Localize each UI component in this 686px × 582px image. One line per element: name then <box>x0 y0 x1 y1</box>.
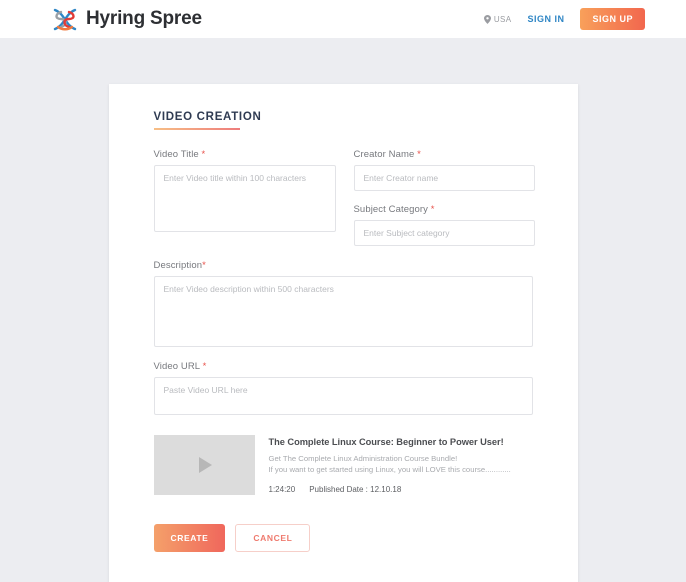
video-url-input[interactable] <box>153 377 533 415</box>
required-asterisk: * <box>202 361 207 372</box>
form-actions: CREATE CANCEL <box>153 524 533 552</box>
sign-up-button[interactable]: SIGN UP <box>580 8 645 30</box>
creator-name-field-group: Creator Name * <box>353 149 535 191</box>
subject-category-field-group: Subject Category * <box>353 204 535 246</box>
subject-category-label: Subject Category * <box>354 204 535 215</box>
brand-name: Hyring Spree <box>86 8 202 29</box>
video-preview-description-line-2: If you want to get started using Linux, … <box>268 465 511 475</box>
video-duration: 1:24:20 <box>268 485 296 495</box>
title-underline <box>153 128 240 130</box>
required-asterisk: * <box>430 204 435 215</box>
video-creation-card: VIDEO CREATION Video Title * Creator Nam… <box>108 84 578 582</box>
map-pin-icon <box>483 14 491 24</box>
subject-category-label-text: Subject Category <box>353 204 428 215</box>
brand-logo[interactable]: Hyring Spree <box>51 6 202 33</box>
video-preview-title: The Complete Linux Course: Beginner to P… <box>268 437 504 447</box>
play-triangle-icon <box>199 457 212 473</box>
locale-selector[interactable]: USA <box>483 14 512 24</box>
video-title-label: Video Title * <box>154 149 336 160</box>
video-published-date: Published Date : 12.10.18 <box>309 485 402 495</box>
creator-name-label-text: Creator Name <box>353 149 415 160</box>
video-preview: The Complete Linux Course: Beginner to P… <box>153 435 533 495</box>
header-actions: USA SIGN IN SIGN UP <box>483 8 645 30</box>
video-title-label-text: Video Title <box>153 149 199 160</box>
description-label-text: Description <box>153 260 203 271</box>
cancel-button[interactable]: CANCEL <box>235 524 311 552</box>
description-input[interactable] <box>153 276 533 347</box>
video-preview-details: The Complete Linux Course: Beginner to P… <box>269 435 533 495</box>
form-row-top: Video Title * Creator Name * Subject Cat… <box>153 149 535 246</box>
site-header: Hyring Spree USA SIGN IN SIGN UP <box>0 0 686 38</box>
video-title-field-group: Video Title * <box>153 149 336 246</box>
video-url-label: Video URL * <box>154 361 533 372</box>
creator-name-label: Creator Name * <box>354 149 535 160</box>
video-url-label-text: Video URL <box>153 361 200 372</box>
video-url-field-group: Video URL * <box>153 361 533 415</box>
subject-category-input[interactable] <box>353 220 535 246</box>
description-label: Description* <box>154 260 533 271</box>
video-preview-description-line-1: Get The Complete Linux Administration Co… <box>268 454 458 463</box>
required-asterisk: * <box>417 149 421 160</box>
creator-name-input[interactable] <box>353 165 535 191</box>
description-field-group: Description* <box>153 260 533 347</box>
page-title: VIDEO CREATION <box>153 111 262 123</box>
locale-label: USA <box>493 14 512 24</box>
create-button[interactable]: CREATE <box>153 524 226 552</box>
video-thumbnail[interactable] <box>153 435 255 495</box>
video-title-input[interactable] <box>153 165 336 232</box>
hyring-spree-logo-icon <box>53 8 77 30</box>
right-column: Creator Name * Subject Category * <box>353 149 535 246</box>
video-preview-meta: 1:24:20 Published Date : 12.10.18 <box>269 485 533 494</box>
page-body: VIDEO CREATION Video Title * Creator Nam… <box>0 38 686 582</box>
required-asterisk: * <box>201 149 206 160</box>
required-asterisk: * <box>202 260 206 271</box>
sign-in-link[interactable]: SIGN IN <box>527 14 564 24</box>
